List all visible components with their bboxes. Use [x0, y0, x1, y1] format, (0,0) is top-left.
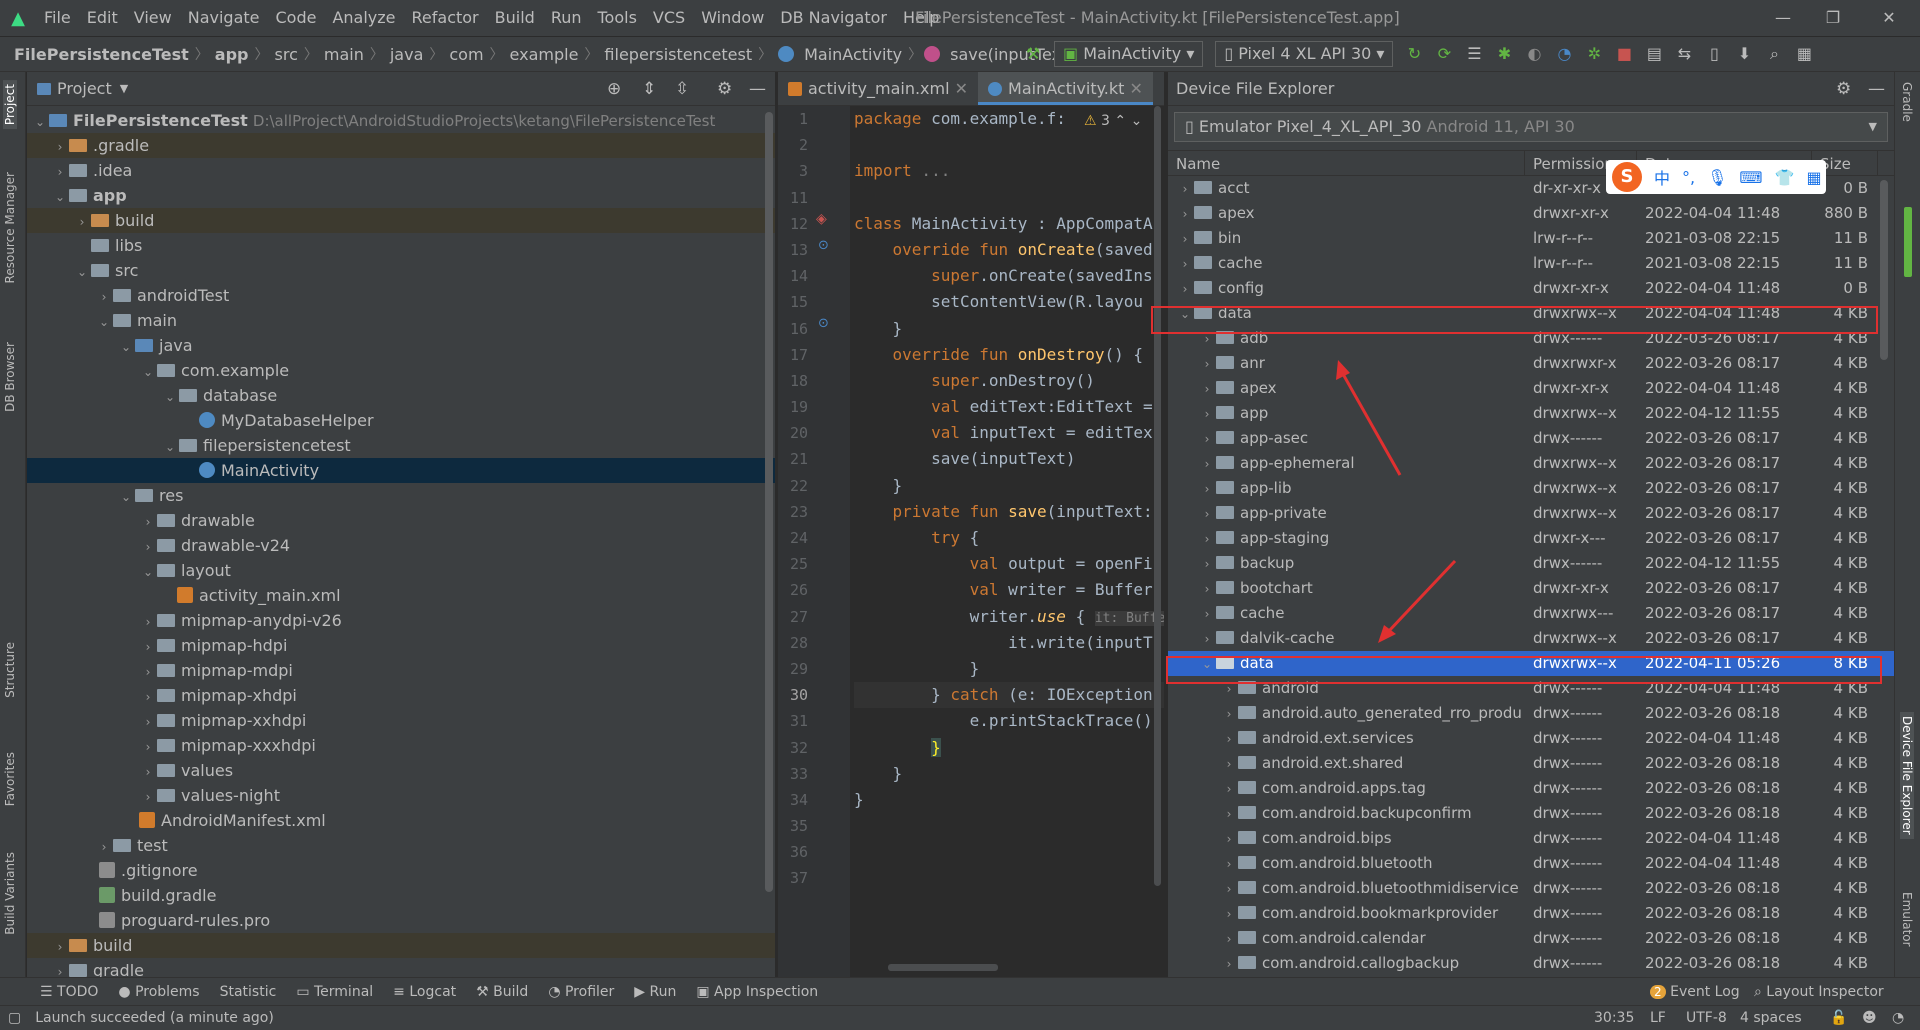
tool-app-inspection[interactable]: ▣ App Inspection: [686, 984, 828, 1000]
bottom-tool-bar: ☰ TODO ● Problems Statistic ▭ Terminal ≡…: [0, 977, 1920, 1005]
tool-label: App Inspection: [714, 983, 819, 1000]
tool-event-log[interactable]: 2 Event Log: [1640, 984, 1750, 1000]
inspector-icon[interactable]: ☻: [1862, 1010, 1877, 1026]
tool-label: Profiler: [564, 983, 615, 1000]
tool-label: TODO: [57, 983, 99, 1000]
keyboard-icon[interactable]: ⌨: [1739, 168, 1762, 187]
lock-icon[interactable]: 🔓: [1830, 1010, 1847, 1026]
annotation-arrows: [1336, 360, 1457, 643]
caret-position[interactable]: 30:35: [1594, 1010, 1634, 1026]
tool-label: Statistic: [219, 983, 277, 1000]
tool-logcat[interactable]: ≡ Logcat: [383, 984, 466, 1000]
tool-statistic[interactable]: Statistic: [210, 984, 287, 1000]
tool-problems[interactable]: ● Problems: [108, 984, 209, 1000]
tool-label: Terminal: [314, 983, 374, 1000]
status-message: Launch succeeded (a minute ago): [35, 1010, 274, 1026]
tool-emulator[interactable]: Emulator: [1900, 892, 1914, 947]
line-separator[interactable]: LF: [1650, 1010, 1666, 1026]
notifications-icon[interactable]: ◔: [1892, 1010, 1904, 1026]
tool-label: Build: [493, 983, 529, 1000]
tool-device-file-explorer[interactable]: Device File Explorer: [1900, 712, 1914, 839]
ime-mode[interactable]: 中: [1654, 165, 1670, 189]
status-toggle-icon[interactable]: ▢: [8, 1010, 21, 1026]
tool-layout-inspector[interactable]: ⌕ Layout Inspector: [1744, 984, 1894, 1000]
tool-gradle[interactable]: Gradle: [1900, 82, 1914, 122]
indent-setting[interactable]: 4 spaces: [1740, 1010, 1802, 1026]
ime-toolbar[interactable]: S 中 °, 🎙 ⌨ 👕 ▦: [1606, 160, 1826, 194]
tool-run[interactable]: ▶ Run: [624, 984, 686, 1000]
memory-indicator: [1904, 207, 1912, 277]
microphone-icon[interactable]: 🎙: [1707, 168, 1727, 187]
punctuation-icon[interactable]: °,: [1682, 168, 1695, 187]
tool-label: Run: [649, 983, 677, 1000]
file-encoding[interactable]: UTF-8: [1686, 1010, 1727, 1026]
tool-profiler[interactable]: ◔ Profiler: [538, 984, 624, 1000]
tool-label: Layout Inspector: [1766, 983, 1884, 1000]
tool-label: Problems: [135, 983, 200, 1000]
apps-grid-icon[interactable]: ▦: [1806, 168, 1821, 187]
ime-logo-icon: S: [1612, 162, 1642, 192]
status-bar: ▢ Launch succeeded (a minute ago) 30:35 …: [0, 1005, 1920, 1030]
tool-todo[interactable]: ☰ TODO: [0, 984, 108, 1000]
right-tool-strip: Gradle Device File Explorer Emulator: [1894, 72, 1920, 977]
tool-label: Event Log: [1670, 983, 1740, 1000]
tool-build[interactable]: ⚒ Build: [466, 984, 538, 1000]
tool-label: Logcat: [409, 983, 457, 1000]
tool-terminal[interactable]: ▭ Terminal: [286, 984, 383, 1000]
arrow-line: [1386, 559, 1457, 634]
event-count-badge: 2: [1650, 984, 1666, 999]
arrow-line: [1341, 373, 1402, 476]
skin-icon[interactable]: 👕: [1775, 168, 1795, 187]
